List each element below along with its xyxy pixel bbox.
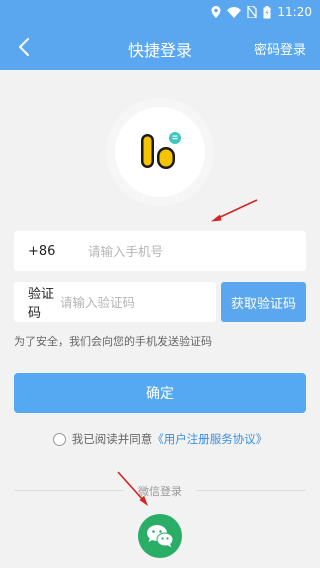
location-icon: [211, 6, 221, 18]
phone-input[interactable]: [88, 231, 306, 271]
confirm-button[interactable]: 确定: [14, 373, 306, 413]
status-time: 11:20: [277, 5, 312, 19]
country-code[interactable]: +86: [14, 244, 88, 259]
get-code-button[interactable]: 获取验证码: [221, 282, 306, 322]
agreement-text: 我已阅读并同意: [71, 432, 153, 446]
battery-icon: [263, 5, 271, 18]
agreement-radio[interactable]: [52, 432, 66, 446]
annotation-arrow: [211, 199, 258, 222]
app-logo-icon: [141, 132, 181, 169]
app-logo-badge: [115, 107, 205, 197]
wifi-icon: [227, 6, 242, 18]
verify-code-field: 验证码: [14, 282, 216, 322]
agreement-row: 我已阅读并同意 《用户注册服务协议》: [0, 431, 320, 447]
verify-code-input[interactable]: [60, 282, 216, 322]
verify-code-label: 验证码: [28, 287, 55, 321]
no-sim-icon: [247, 6, 258, 18]
nav-bar: 快捷登录 密码登录: [0, 24, 320, 70]
password-login-link[interactable]: 密码登录: [254, 39, 306, 58]
security-hint: 为了安全，我们会向您的手机发送验证码: [14, 335, 212, 348]
wechat-login-label: 微信登录: [138, 485, 182, 498]
app-logo: [106, 98, 214, 206]
phone-field: +86: [14, 231, 306, 271]
wechat-icon: [147, 525, 174, 548]
status-bar: 11:20: [0, 0, 320, 24]
agreement-link[interactable]: 《用户注册服务协议》: [152, 431, 267, 447]
annotation-arrow: [117, 471, 148, 506]
wechat-login-button[interactable]: [138, 514, 182, 558]
